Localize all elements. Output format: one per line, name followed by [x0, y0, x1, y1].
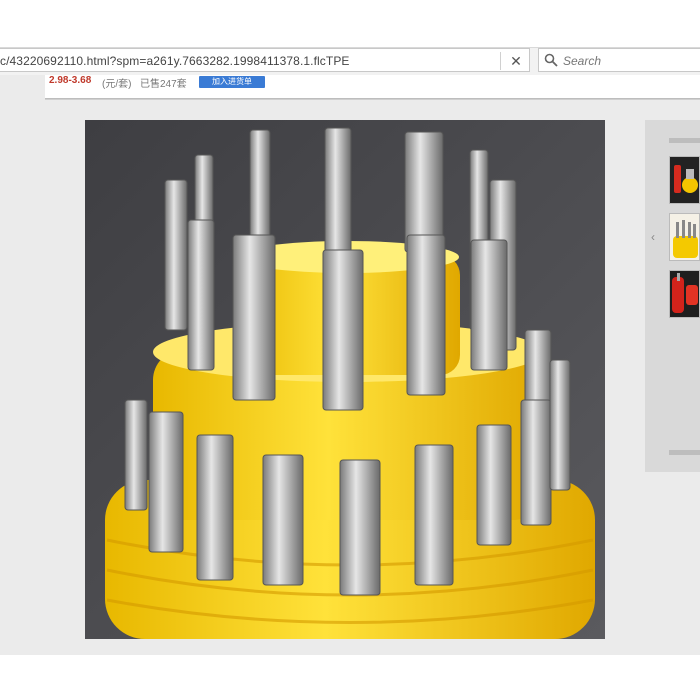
address-bar[interactable]: c/43220692110.html?spm=a261y.7663282.199… — [0, 48, 530, 72]
chevron-left-icon[interactable]: ‹ — [651, 230, 655, 244]
section-divider — [45, 98, 700, 99]
price-unit: (元/套) — [102, 79, 132, 90]
search-bar[interactable]: Search — [538, 48, 700, 72]
close-icon[interactable]: ✕ — [506, 51, 526, 71]
thumbnail-scroll-down[interactable] — [669, 450, 700, 455]
search-input[interactable]: Search — [563, 54, 601, 68]
search-icon — [544, 53, 558, 67]
sold-count: 已售247套 — [140, 79, 187, 90]
screwdriver-bit-set-photo — [85, 120, 605, 639]
price-strip: 2.98-3.68 (元/套) 已售247套 加入进货单 — [45, 75, 700, 100]
thumb-red-handle-icon — [670, 271, 699, 317]
thumbnail-2[interactable] — [669, 213, 700, 261]
address-bar-divider — [500, 52, 501, 70]
url-text[interactable]: c/43220692110.html?spm=a261y.7663282.199… — [0, 54, 350, 68]
page-footer-area — [0, 655, 700, 700]
thumbnail-3[interactable] — [669, 270, 700, 318]
thumbnail-1[interactable] — [669, 156, 700, 204]
add-to-cart-button[interactable]: 加入进货单 — [199, 76, 265, 88]
product-main-image[interactable] — [85, 120, 605, 639]
thumb-red-screwdriver-icon — [670, 157, 699, 203]
thumb-yellow-bit-set-icon — [670, 214, 699, 260]
price-range: 2.98-3.68 — [49, 75, 92, 86]
thumbnail-rail: ‹ — [645, 120, 700, 472]
thumbnail-scroll-up[interactable] — [669, 138, 700, 143]
